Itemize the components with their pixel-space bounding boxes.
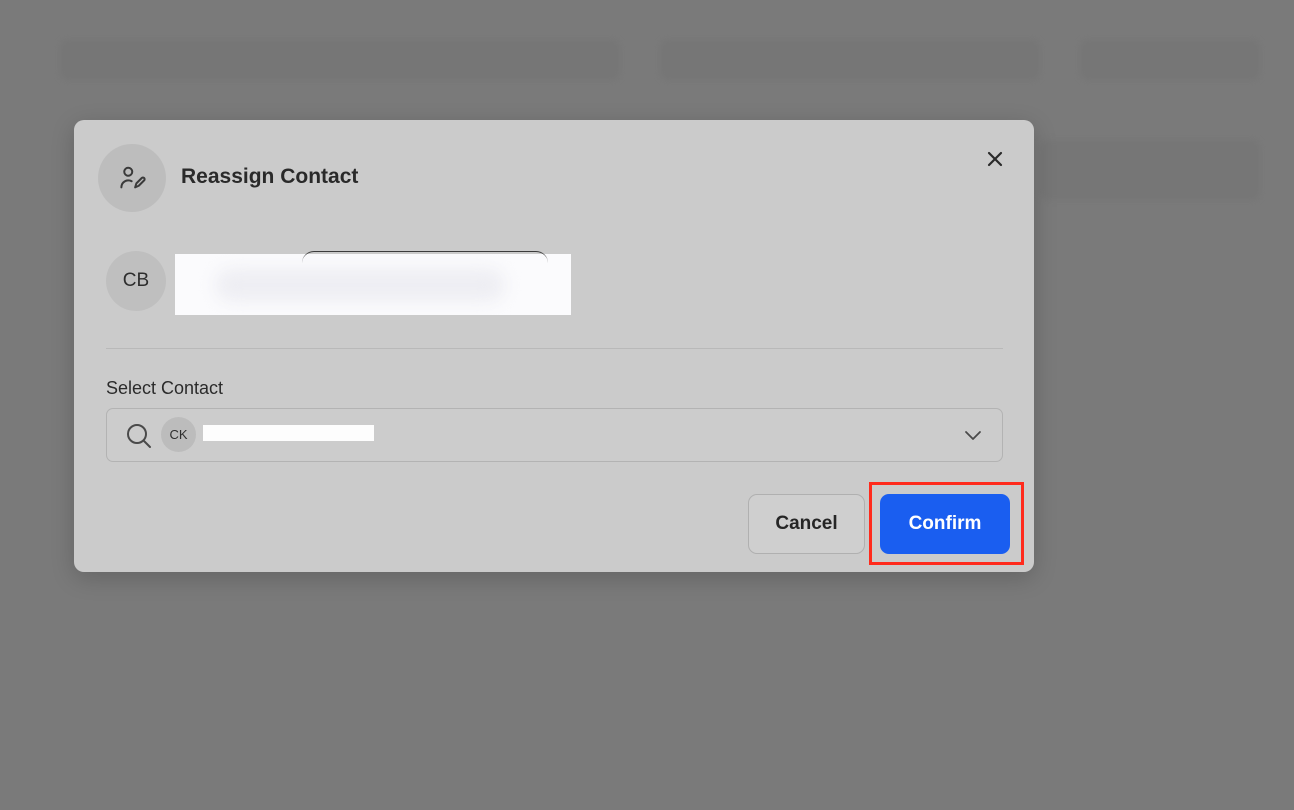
confirm-button[interactable]: Confirm [880, 494, 1010, 554]
background-blur-bar [660, 40, 1040, 80]
cancel-button[interactable]: Cancel [748, 494, 865, 554]
close-button[interactable] [980, 144, 1010, 174]
user-edit-icon [98, 144, 166, 212]
selected-contact-avatar: CK [161, 417, 196, 452]
background-blur-bar [1080, 40, 1260, 80]
current-contact-avatar: CB [106, 251, 166, 311]
contact-select[interactable]: CK Chetan Kulkarni [106, 408, 1003, 462]
background-blur-bar [1040, 140, 1260, 200]
search-icon [127, 424, 151, 448]
close-icon [987, 151, 1003, 167]
modal-title: Reassign Contact [181, 165, 359, 188]
divider [106, 348, 1003, 349]
background-blur-bar [60, 40, 620, 80]
select-contact-label: Select Contact [106, 378, 224, 398]
contact-tag-outline [302, 251, 548, 264]
redacted-selected-name [203, 425, 374, 441]
chevron-down-icon[interactable] [963, 425, 983, 445]
